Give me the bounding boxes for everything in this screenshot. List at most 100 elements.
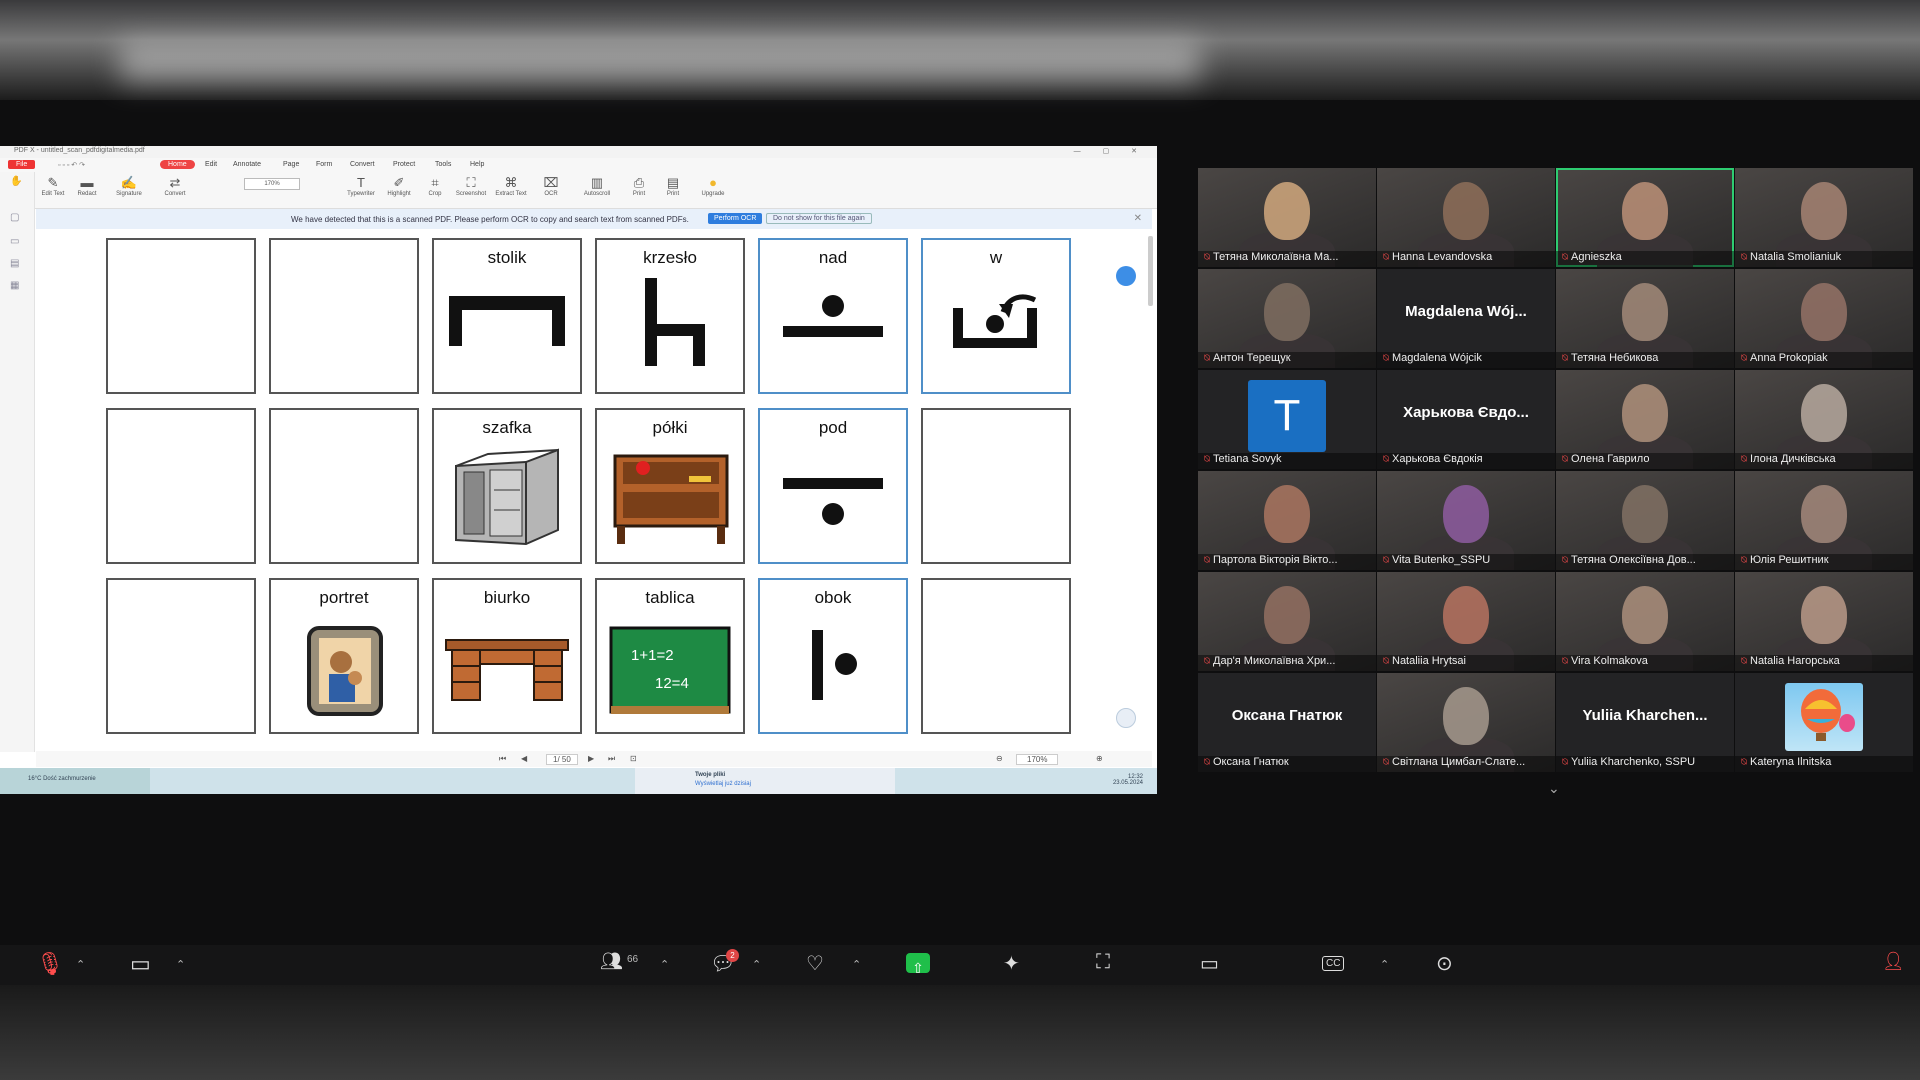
menu-help[interactable]: Help <box>470 161 484 168</box>
participant-video-face <box>1622 283 1668 341</box>
participant-tile[interactable]: ⍉ Антон Терещук <box>1198 269 1376 368</box>
participant-tile[interactable]: ⍉ Vita Butenko_SSPU <box>1377 471 1555 570</box>
attachment-icon[interactable]: ▦ <box>10 280 19 291</box>
participant-tile[interactable]: ⍉ Ілона Дичківська <box>1735 370 1913 469</box>
participants-icon[interactable]: 👥︎ <box>600 951 623 972</box>
whiteboard-icon[interactable]: ▭ <box>1200 951 1219 976</box>
tool-highlight[interactable]: ✐ Highlight <box>382 175 416 197</box>
chat-options-chevron[interactable]: ⌃ <box>752 958 761 971</box>
video-options-chevron[interactable]: ⌃ <box>176 958 185 971</box>
share-screen-button[interactable]: ⇧ <box>906 953 930 976</box>
hand-tool-icon[interactable]: ✋ <box>10 176 22 187</box>
weather-widget[interactable]: 16°C Dość zachmurzenie <box>0 768 150 794</box>
reactions-options-chevron[interactable]: ⌃ <box>852 958 861 971</box>
tool-autoscroll[interactable]: ▥ Autoscroll <box>580 175 614 197</box>
participant-tile[interactable]: ⍉ Kateryna Ilnitska <box>1735 673 1913 772</box>
pdf-scrollbar[interactable] <box>1148 236 1153 306</box>
page-number-input[interactable]: 1/ 50 <box>546 754 578 765</box>
signature-icon: ✍ <box>120 175 138 190</box>
participant-tile[interactable]: ⍉ Партола Вікторія Вікто... <box>1198 471 1376 570</box>
video-camera-icon[interactable]: ▭ <box>130 951 151 977</box>
participant-tile[interactable]: ⍉ Natalia Нагорська <box>1735 572 1913 671</box>
tool-crop[interactable]: ⌗ Crop <box>418 175 452 197</box>
participant-tile[interactable]: ⍉ Дар'я Миколаївна Хри... <box>1198 572 1376 671</box>
system-clock[interactable]: 12:32 23.05.2024 <box>1113 774 1143 786</box>
tool-typewriter[interactable]: T Typewriter <box>344 175 378 197</box>
print-icon: ⎙ <box>633 175 645 190</box>
menu-protect[interactable]: Protect <box>393 161 415 168</box>
participant-tile[interactable]: ⍉ Світлана Цимбал-Слате... <box>1377 673 1555 772</box>
participant-tile[interactable]: ⍉ Тетяна Олексіївна Дов... <box>1556 471 1734 570</box>
menu-file[interactable]: File <box>8 160 36 169</box>
participant-tile[interactable]: ⍉ Natalia Smolianiuk <box>1735 168 1913 267</box>
menu-form[interactable]: Form <box>316 161 332 168</box>
last-page-icon[interactable]: ⏭ <box>608 754 615 764</box>
participant-tile[interactable]: ⍉ Олена Гаврило <box>1556 370 1734 469</box>
next-page-icon[interactable]: ▶ <box>588 754 594 763</box>
tool-upgrade[interactable]: ● Upgrade <box>696 175 730 197</box>
zoom-select[interactable]: 170% <box>244 178 300 190</box>
tool-print-1[interactable]: ⎙ Print <box>622 175 656 197</box>
mic-muted-icon: ⍉ <box>1383 555 1389 566</box>
participant-tile[interactable]: ⍉ Vira Kolmakova <box>1556 572 1734 671</box>
windows-taskbar: 16°C Dość zachmurzenie Twoje pliki Wyświ… <box>0 768 1157 794</box>
participant-tile[interactable]: ⍉ Anna Prokopiak <box>1735 269 1913 368</box>
participant-status-icon[interactable]: 👤︎ <box>1882 951 1905 972</box>
notification-toast[interactable]: Twoje pliki Wyświetlaj już dzisiaj <box>635 768 895 794</box>
participant-tile[interactable]: ⍉ Юлія Решитник <box>1735 471 1913 570</box>
window-controls[interactable]: — ▢ ✕ <box>1074 147 1147 155</box>
participant-tile[interactable]: Оксана Гнатюк ⍉ Оксана Гнатюк <box>1198 673 1376 772</box>
participant-tile[interactable]: ⍉ Agnieszka <box>1556 168 1734 267</box>
audio-options-chevron[interactable]: ⌃ <box>76 958 85 971</box>
fit-page-icon[interactable]: ⊡ <box>630 754 637 763</box>
captions-icon[interactable]: CC <box>1322 956 1345 971</box>
participant-tile[interactable]: ⍉ Тетяна Миколаївна Ма... <box>1198 168 1376 267</box>
tool-redact[interactable]: ▬ Redact <box>70 175 104 197</box>
mic-muted-icon[interactable]: 🎙︎ <box>36 951 64 977</box>
comment-icon[interactable]: ▤ <box>10 258 19 269</box>
prev-page-icon[interactable]: ◀ <box>521 754 527 763</box>
tool-convert[interactable]: ⇄ Convert <box>158 175 192 197</box>
menu-edit[interactable]: Edit <box>205 161 217 168</box>
captions-options-chevron[interactable]: ⌃ <box>1380 958 1389 971</box>
apps-icon[interactable]: ⛶ <box>1096 951 1110 974</box>
tool-signature[interactable]: ✍ Signature <box>112 175 146 197</box>
participants-options-chevron[interactable]: ⌃ <box>660 958 669 971</box>
chevron-down-icon[interactable]: ⌄ <box>1548 780 1560 797</box>
tool-ocr[interactable]: ⌧ OCR <box>534 175 568 197</box>
dont-show-again-button[interactable]: Do not show for this file again <box>766 213 872 224</box>
close-notice-icon[interactable]: ✕ <box>1134 213 1142 224</box>
tool-extract-text[interactable]: ⌘ Extract Text <box>494 175 528 197</box>
menu-tools[interactable]: Tools <box>435 161 451 168</box>
thumbnails-icon[interactable]: ▢ <box>10 212 19 223</box>
mic-muted-icon: ⍉ <box>1741 252 1747 263</box>
zoom-level-input[interactable]: 170% <box>1016 754 1059 765</box>
participant-tile[interactable]: Харькова Євдо... ⍉ Харькова Євдокія <box>1377 370 1555 469</box>
participant-tile[interactable]: Yuliia Kharchen... ⍉ Yuliia Kharchenko, SS… <box>1556 673 1734 772</box>
zoom-in-icon[interactable]: ⊕ <box>1096 754 1103 763</box>
floating-tool-button[interactable] <box>1116 708 1136 728</box>
participant-tile[interactable]: ⍉ Тетяна Небикова <box>1556 269 1734 368</box>
participant-tile[interactable]: T ⍉ Tetiana Sovyk <box>1198 370 1376 469</box>
ai-assistant-button[interactable] <box>1116 266 1136 286</box>
card-stolik: stolik <box>432 238 582 394</box>
menu-annotate[interactable]: Annotate <box>233 161 261 168</box>
tool-screenshot[interactable]: ⛶ Screenshot <box>454 175 488 197</box>
perform-ocr-button[interactable]: Perform OCR <box>708 213 763 224</box>
first-page-icon[interactable]: ⏮ <box>499 754 506 764</box>
quick-access-icons[interactable]: ▫ ▫ ▫ ↶ ↷ <box>58 161 85 169</box>
tool-edit-text[interactable]: ✎ Edit Text <box>36 175 70 197</box>
participant-tile[interactable]: Magdalena Wój... ⍉ Magdalena Wójcik <box>1377 269 1555 368</box>
participant-tile[interactable]: ⍉ Hanna Levandovska <box>1377 168 1555 267</box>
menu-home[interactable]: Home <box>160 160 195 169</box>
participant-tile[interactable]: ⍉ Nataliia Hrytsai <box>1377 572 1555 671</box>
menu-page[interactable]: Page <box>283 161 299 168</box>
menu-convert[interactable]: Convert <box>350 161 375 168</box>
mic-muted-icon: ⍉ <box>1204 757 1210 768</box>
more-options-icon[interactable]: ⊙ <box>1436 951 1453 976</box>
ai-companion-icon[interactable]: ✦ <box>1003 951 1020 976</box>
tool-print-2[interactable]: ▤ Print <box>656 175 690 197</box>
bookmark-icon[interactable]: ▭ <box>10 236 19 247</box>
zoom-out-icon[interactable]: ⊖ <box>996 754 1003 763</box>
reactions-heart-icon[interactable]: ♡ <box>806 951 824 976</box>
